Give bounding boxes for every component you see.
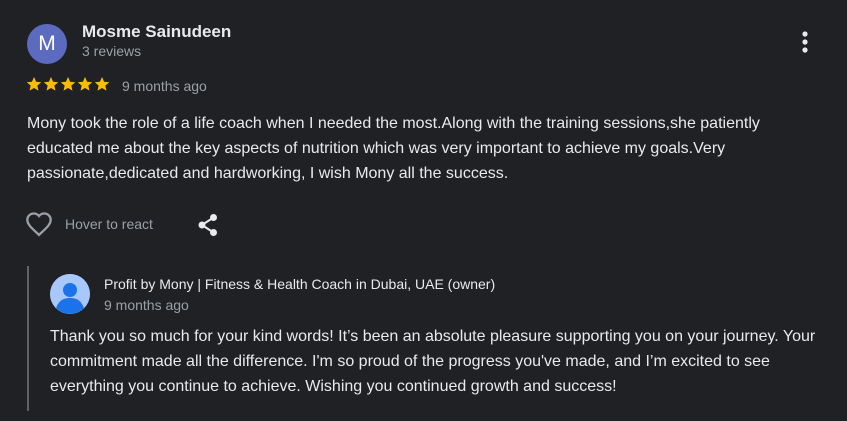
- star-icon: [43, 77, 59, 91]
- share-icon: [198, 214, 217, 236]
- review-text: Mony took the role of a life coach when …: [27, 115, 760, 182]
- avatar-letter: M: [38, 32, 56, 55]
- star-rating: [26, 76, 110, 92]
- star-icon: [60, 77, 76, 91]
- more-vert-icon: [802, 31, 808, 53]
- owner-reply: Profit by Mony | Fitness & Health Coach …: [27, 266, 829, 411]
- review-date: 9 months ago: [122, 78, 207, 94]
- heart-outline-icon: [26, 212, 52, 237]
- more-options-button[interactable]: [794, 30, 816, 54]
- star-icon: [77, 77, 93, 91]
- star-icon: [94, 77, 110, 91]
- reviewer-avatar[interactable]: M: [27, 24, 67, 64]
- owner-avatar: [50, 274, 90, 314]
- react-label: Hover to react: [65, 216, 153, 232]
- react-button[interactable]: Hover to react: [25, 211, 153, 237]
- owner-name: Profit by Mony | Fitness & Health Coach …: [104, 276, 496, 292]
- star-icon: [26, 77, 42, 91]
- owner-reply-date: 9 months ago: [104, 297, 189, 313]
- review-count: 3 reviews: [82, 43, 142, 59]
- owner-reply-text: Thank you so much for your kind words! I…: [50, 328, 816, 395]
- reviewer-name[interactable]: Mosme Sainudeen: [82, 22, 231, 42]
- share-button[interactable]: [197, 213, 219, 237]
- default-profile-icon: [50, 274, 90, 314]
- review-card: M Mosme Sainudeen 3 reviews 9 months ago…: [0, 0, 847, 421]
